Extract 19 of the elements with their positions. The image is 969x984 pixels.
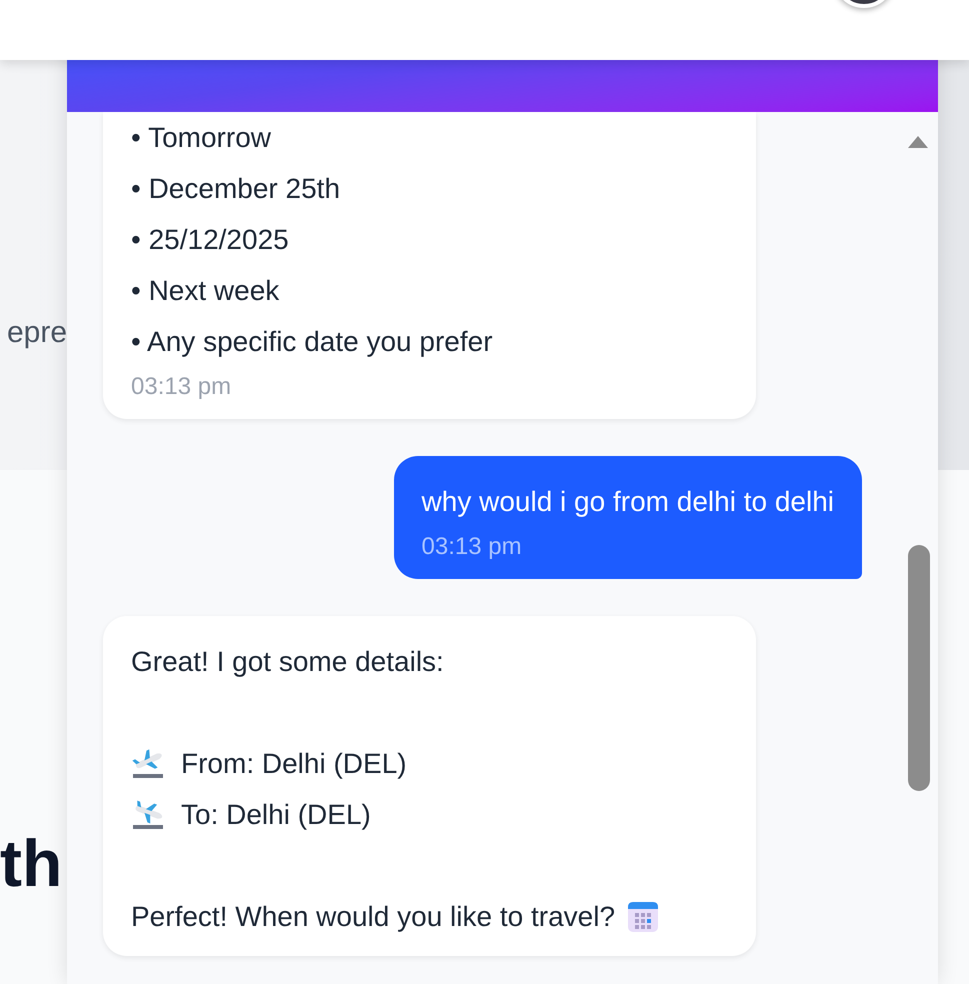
message-text: • 25/12/2025: [131, 222, 289, 256]
scroll-up-icon[interactable]: [906, 134, 930, 150]
message-time: 03:13 pm: [422, 532, 523, 562]
scrollbar-thumb[interactable]: [908, 545, 930, 791]
message-text: • Tomorrow: [131, 120, 271, 154]
plane-takeoff-icon: [131, 748, 165, 778]
message-text: • Any specific date you prefer: [131, 324, 493, 359]
calendar-icon: [627, 900, 660, 932]
page-heading: th: [0, 830, 62, 896]
message-text: Great! I got some details:: [131, 644, 444, 679]
page-text: epre: [6, 315, 67, 351]
message-time: 03:13 pm: [131, 372, 232, 402]
message-text: To: Delhi (DEL): [181, 798, 371, 832]
message-text: • Next week: [131, 274, 280, 308]
message-text: why would i go from delhi to delhi: [422, 484, 834, 519]
message-text: Perfect! When would you like to travel?: [131, 900, 616, 934]
message-text: • December 25th: [131, 172, 340, 206]
message-text: From: Delhi (DEL): [181, 746, 407, 781]
plane-landing-icon: [131, 800, 165, 830]
